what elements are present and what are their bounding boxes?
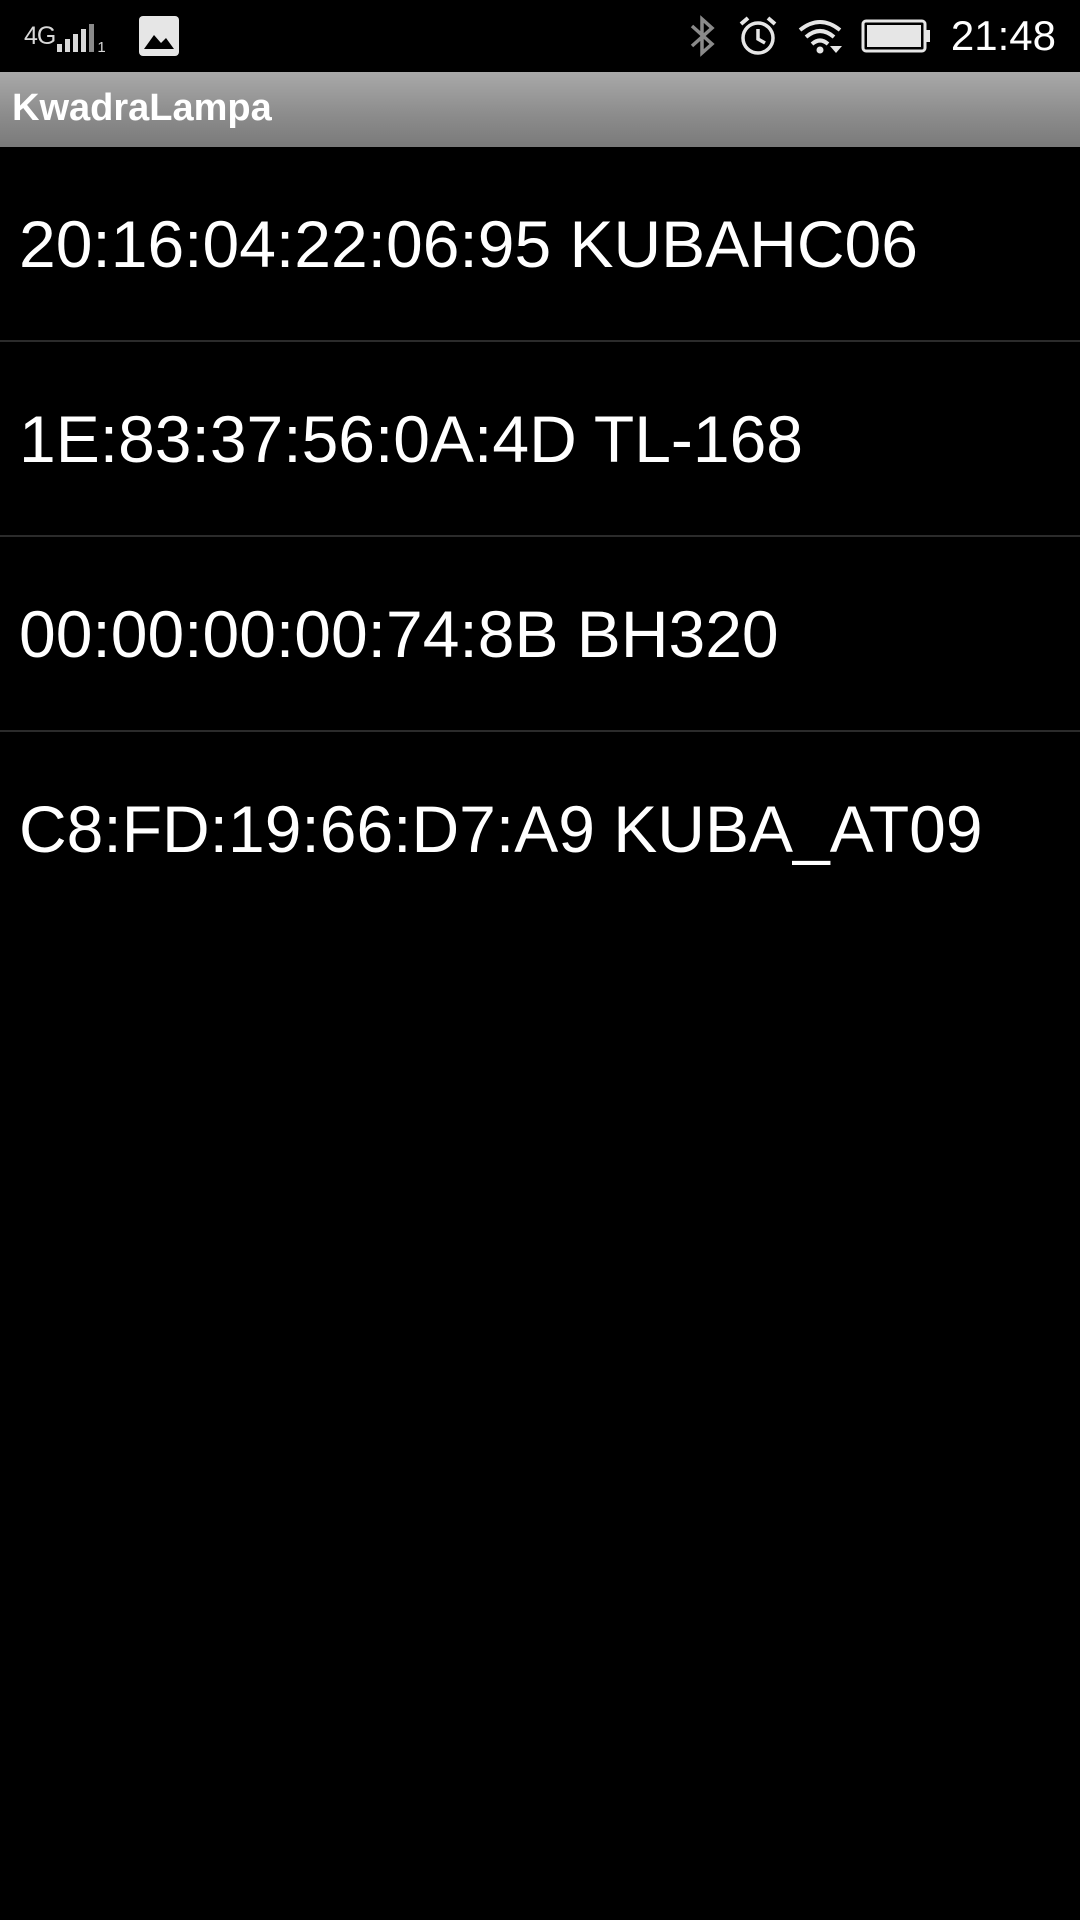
list-item[interactable]: 20:16:04:22:06:95 KUBAHC06 — [0, 147, 1080, 342]
sim-slot: 1 — [97, 39, 106, 56]
alarm-icon — [737, 14, 779, 58]
bluetooth-icon — [687, 14, 719, 58]
network-type: 4G — [24, 21, 56, 50]
app-title: KwadraLampa — [12, 87, 272, 129]
list-item[interactable]: 1E:83:37:56:0A:4D TL-168 — [0, 342, 1080, 537]
battery-icon — [861, 18, 931, 54]
list-item[interactable]: 00:00:00:00:74:8B BH320 — [0, 537, 1080, 732]
device-list: 20:16:04:22:06:95 KUBAHC06 1E:83:37:56:0… — [0, 147, 1080, 925]
image-notification-icon — [138, 15, 180, 57]
status-right: 21:48 — [669, 12, 1056, 60]
status-bar: 4G 1 21:48 — [0, 0, 1080, 72]
clock: 21:48 — [950, 12, 1056, 59]
status-left: 4G 1 — [24, 14, 106, 58]
signal-icon — [57, 20, 97, 52]
device-label: C8:FD:19:66:D7:A9 KUBA_AT09 — [19, 792, 983, 866]
device-label: 20:16:04:22:06:95 KUBAHC06 — [19, 207, 918, 281]
list-item[interactable]: C8:FD:19:66:D7:A9 KUBA_AT09 — [0, 732, 1080, 925]
device-label: 00:00:00:00:74:8B BH320 — [19, 597, 779, 671]
device-label: 1E:83:37:56:0A:4D TL-168 — [19, 402, 804, 476]
wifi-icon — [797, 16, 843, 56]
action-bar: KwadraLampa — [0, 72, 1080, 147]
